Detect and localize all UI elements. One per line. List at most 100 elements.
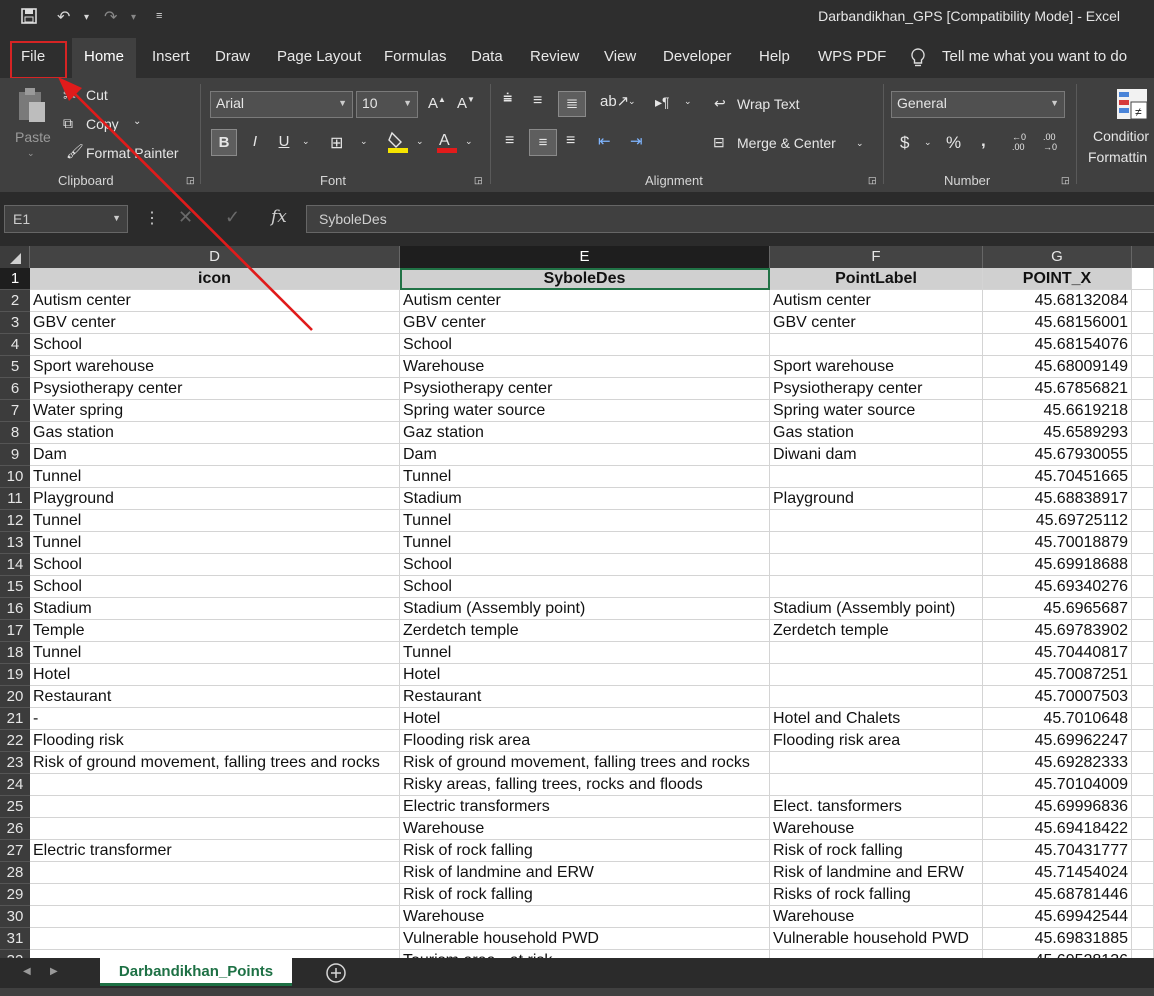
copy-dropdown-icon[interactable]: ⌄ — [133, 116, 141, 127]
row-header[interactable]: 23 — [0, 752, 30, 774]
table-cell[interactable]: Tunnel — [30, 642, 400, 664]
table-cell[interactable] — [1132, 752, 1154, 774]
currency-dropdown-icon[interactable]: ⌄ — [924, 137, 932, 148]
table-cell[interactable]: GBV center — [30, 312, 400, 334]
insert-function-icon[interactable]: fx — [271, 207, 287, 227]
table-cell[interactable] — [30, 862, 400, 884]
table-cell[interactable]: Warehouse — [400, 906, 770, 928]
table-cell[interactable]: 45.68838917 — [983, 488, 1132, 510]
table-cell[interactable] — [30, 928, 400, 950]
bold-button[interactable]: B — [211, 129, 237, 156]
table-cell[interactable] — [1132, 400, 1154, 422]
table-cell[interactable] — [1132, 422, 1154, 444]
table-cell[interactable]: Flooding risk area — [770, 730, 983, 752]
table-cell[interactable]: School — [30, 576, 400, 598]
table-cell[interactable]: 45.70440817 — [983, 642, 1132, 664]
table-cell[interactable] — [1132, 862, 1154, 884]
table-cell[interactable]: Electric transformers — [400, 796, 770, 818]
table-cell[interactable]: Hotel — [400, 708, 770, 730]
undo-icon[interactable]: ↶ — [57, 7, 70, 27]
row-header[interactable]: 8 — [0, 422, 30, 444]
table-cell[interactable]: Tunnel — [400, 532, 770, 554]
table-cell[interactable]: School — [400, 554, 770, 576]
merge-dropdown-icon[interactable]: ⌄ — [856, 138, 864, 149]
paste-icon[interactable] — [14, 86, 50, 130]
table-cell[interactable]: Vulnerable household PWD — [400, 928, 770, 950]
table-cell[interactable] — [1132, 378, 1154, 400]
table-cell[interactable]: Diwani dam — [770, 444, 983, 466]
table-cell[interactable] — [1132, 818, 1154, 840]
row-header[interactable]: 17 — [0, 620, 30, 642]
table-cell[interactable] — [1132, 642, 1154, 664]
table-cell[interactable] — [1132, 598, 1154, 620]
table-cell[interactable]: Warehouse — [400, 356, 770, 378]
table-cell[interactable]: 45.6589293 — [983, 422, 1132, 444]
table-cell[interactable]: Warehouse — [400, 818, 770, 840]
tab-review[interactable]: Review — [530, 48, 579, 65]
table-cell[interactable]: Risky areas, falling trees, rocks and fl… — [400, 774, 770, 796]
table-cell[interactable] — [770, 664, 983, 686]
table-cell[interactable]: Hotel — [400, 664, 770, 686]
table-cell[interactable]: Risk of ground movement, falling trees a… — [30, 752, 400, 774]
currency-button[interactable]: $ — [900, 133, 909, 153]
table-cell[interactable] — [1132, 576, 1154, 598]
row-header[interactable]: 16 — [0, 598, 30, 620]
table-cell[interactable] — [770, 686, 983, 708]
tab-insert[interactable]: Insert — [152, 48, 190, 65]
row-header[interactable]: 14 — [0, 554, 30, 576]
table-cell[interactable]: Risks of rock falling — [770, 884, 983, 906]
save-icon[interactable] — [20, 7, 38, 30]
table-cell[interactable]: Zerdetch temple — [400, 620, 770, 642]
header-cell[interactable]: POINT_X — [983, 268, 1132, 290]
tab-developer[interactable]: Developer — [663, 48, 731, 65]
undo-dropdown-icon[interactable]: ▾ — [84, 12, 89, 23]
table-cell[interactable]: 45.6965687 — [983, 598, 1132, 620]
percent-button[interactable]: % — [946, 133, 961, 153]
table-cell[interactable]: Psysiotherapy center — [770, 378, 983, 400]
table-cell[interactable] — [1132, 664, 1154, 686]
underline-button[interactable]: U — [272, 129, 296, 156]
sheet-tab-darbandikhan-points[interactable]: Darbandikhan_Points — [100, 958, 292, 986]
table-cell[interactable]: GBV center — [770, 312, 983, 334]
row-header[interactable]: 13 — [0, 532, 30, 554]
table-cell[interactable]: Tunnel — [30, 510, 400, 532]
table-cell[interactable]: Autism center — [770, 290, 983, 312]
decrease-decimal-icon[interactable]: .00 →0 — [1043, 132, 1057, 152]
table-cell[interactable] — [770, 334, 983, 356]
table-cell[interactable]: 45.70018879 — [983, 532, 1132, 554]
cut-button[interactable]: Cut — [86, 87, 108, 103]
font-size-select[interactable]: 10 ▼ — [356, 91, 418, 118]
increase-decimal-icon[interactable]: ←0.00 — [1012, 132, 1026, 152]
table-cell[interactable]: 45.68156001 — [983, 312, 1132, 334]
tab-wps-pdf[interactable]: WPS PDF — [818, 48, 886, 65]
table-cell[interactable] — [770, 774, 983, 796]
comma-button[interactable]: , — [981, 131, 986, 151]
table-cell[interactable]: 45.70087251 — [983, 664, 1132, 686]
paste-dropdown-icon[interactable]: ⌄ — [27, 148, 35, 159]
table-cell[interactable]: 45.70007503 — [983, 686, 1132, 708]
table-cell[interactable]: 45.68154076 — [983, 334, 1132, 356]
table-cell[interactable] — [30, 818, 400, 840]
table-cell[interactable] — [770, 554, 983, 576]
table-cell[interactable] — [1132, 884, 1154, 906]
increase-indent-icon[interactable]: ⇥ — [630, 132, 643, 150]
customize-toolbar-icon[interactable]: ≡ — [156, 10, 162, 22]
table-cell[interactable]: Gaz station — [400, 422, 770, 444]
table-cell[interactable]: Tunnel — [30, 532, 400, 554]
table-cell[interactable] — [1132, 510, 1154, 532]
row-header[interactable]: 18 — [0, 642, 30, 664]
top-align-icon[interactable]: ⩧ — [503, 90, 512, 108]
table-cell[interactable]: GBV center — [400, 312, 770, 334]
table-cell[interactable]: 45.70451665 — [983, 466, 1132, 488]
more-options-icon[interactable]: ⋮ — [144, 208, 160, 228]
alignment-launcher-icon[interactable]: ◲ — [868, 175, 877, 186]
header-cell[interactable]: icon — [30, 268, 400, 290]
table-cell[interactable] — [1132, 312, 1154, 334]
tab-formulas[interactable]: Formulas — [384, 48, 447, 65]
tell-me-search[interactable]: Tell me what you want to do — [942, 48, 1127, 65]
orientation-icon[interactable]: ab↗ — [600, 92, 629, 110]
row-header[interactable]: 27 — [0, 840, 30, 862]
align-center-icon[interactable]: ≡ — [529, 129, 557, 156]
text-direction-icon[interactable]: ▸¶ — [655, 94, 670, 111]
fill-color-icon[interactable] — [387, 130, 409, 157]
